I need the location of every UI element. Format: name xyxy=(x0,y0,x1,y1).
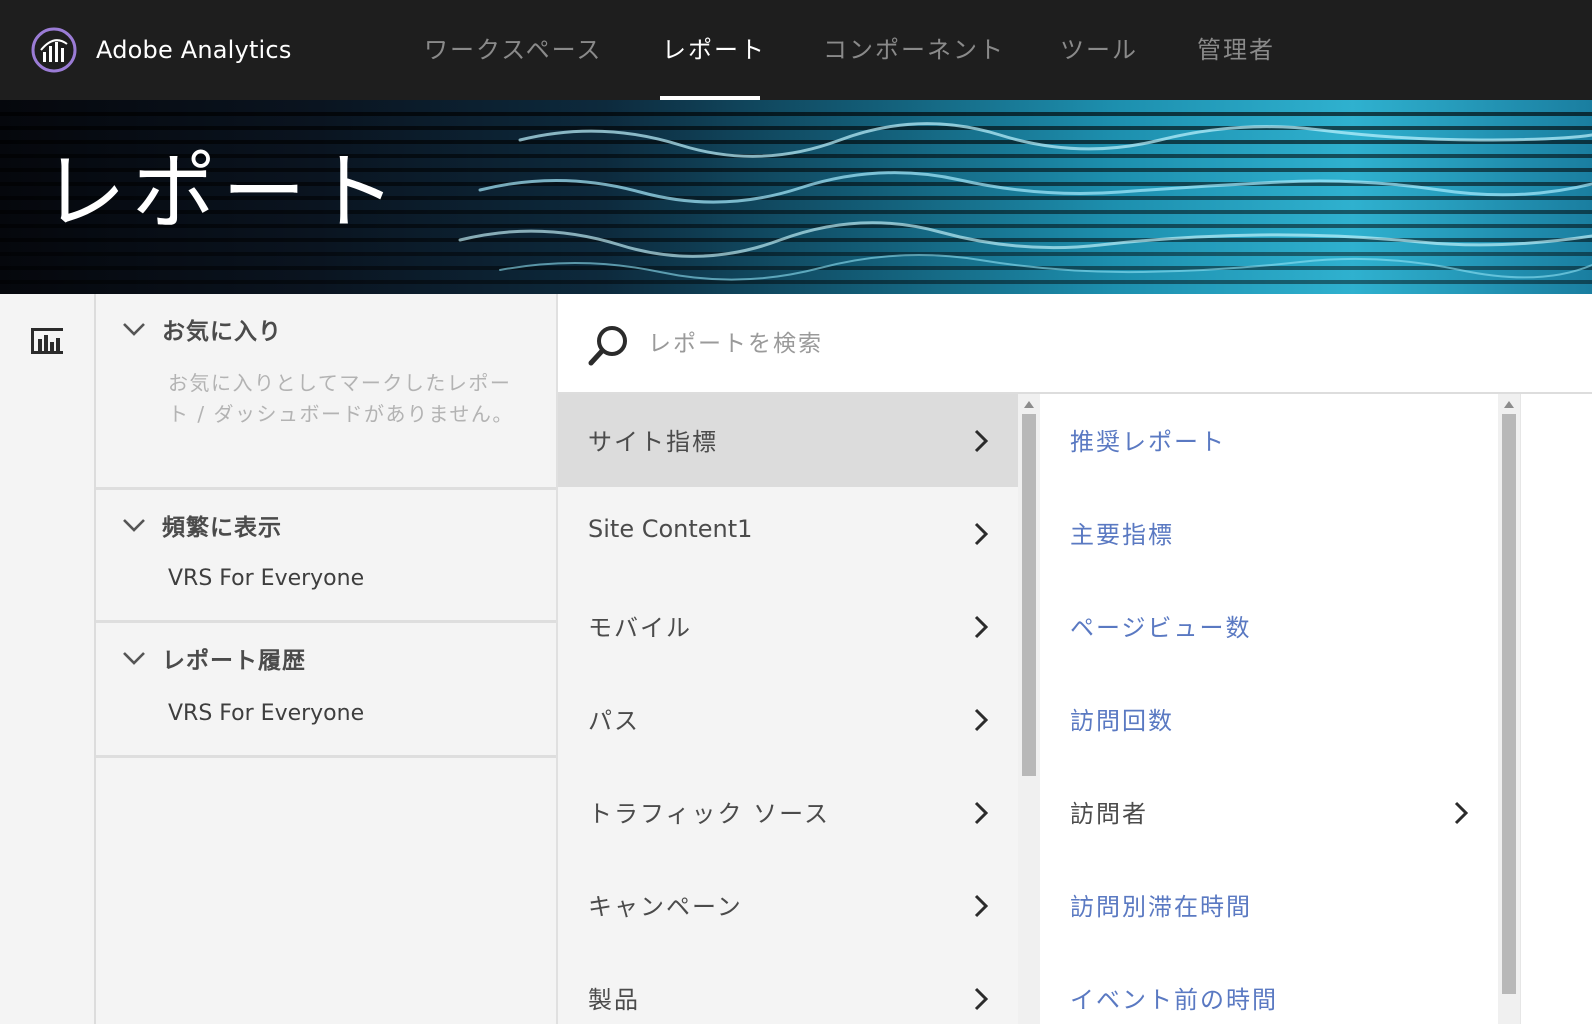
frequent-section: 頻繁に表示 VRS For Everyone xyxy=(96,490,556,623)
category-label: Site Content1 xyxy=(588,515,753,543)
category-list: サイト指標 Site Content1 モバイル パス トラフィック ソース キ… xyxy=(558,394,1018,1024)
empty-column xyxy=(1520,394,1592,1024)
scrollbar-thumb[interactable] xyxy=(1502,414,1516,994)
category-scrollbar[interactable] xyxy=(1018,394,1040,1024)
scroll-up-arrow-icon[interactable] xyxy=(1504,400,1514,408)
category-item-products[interactable]: 製品 xyxy=(558,952,1018,1024)
favorites-empty-message: お気に入りとしてマークしたレポート / ダッシュボードがありません。 xyxy=(168,371,514,426)
search-bar xyxy=(558,294,1592,394)
chevron-right-icon xyxy=(974,894,988,918)
category-label: パス xyxy=(588,707,640,735)
category-label: サイト指標 xyxy=(588,428,718,456)
report-item-time-spent-per-visit[interactable]: 訪問別滞在時間 xyxy=(1040,859,1498,952)
chevron-right-icon xyxy=(1454,801,1468,825)
search-icon xyxy=(588,326,627,366)
report-label: 訪問者 xyxy=(1070,800,1148,828)
nav-admin[interactable]: 管理者 xyxy=(1197,30,1275,70)
chevron-down-icon xyxy=(123,652,145,665)
category-item-campaigns[interactable]: キャンペーン xyxy=(558,859,1018,952)
history-header[interactable]: レポート履歴 xyxy=(122,641,306,675)
report-label: ページビュー数 xyxy=(1070,614,1252,642)
report-item-visitors[interactable]: 訪問者 xyxy=(1040,766,1498,859)
chevron-right-icon xyxy=(974,708,988,732)
report-label: 主要指標 xyxy=(1070,521,1174,549)
chevron-right-icon xyxy=(974,615,988,639)
frequent-title: 頻繁に表示 xyxy=(162,515,282,541)
report-item-visits[interactable]: 訪問回数 xyxy=(1040,673,1498,766)
frequent-header[interactable]: 頻繁に表示 xyxy=(122,508,282,542)
top-navigation-bar: Adobe Analytics ワークスペース レポート コンポーネント ツール… xyxy=(0,0,1592,100)
category-label: トラフィック ソース xyxy=(588,800,830,828)
chevron-down-icon xyxy=(123,323,145,336)
report-scrollbar[interactable] xyxy=(1498,394,1520,1024)
chevron-down-icon xyxy=(123,519,145,532)
report-label: 訪問別滞在時間 xyxy=(1070,893,1252,921)
nav-reports[interactable]: レポート xyxy=(662,30,766,70)
favorites-section: お気に入り お気に入りとしてマークしたレポート / ダッシュボードがありません。 xyxy=(96,294,556,490)
nav-tools[interactable]: ツール xyxy=(1060,30,1138,70)
report-item-time-prior-to-event[interactable]: イベント前の時間 xyxy=(1040,952,1498,1024)
left-rail xyxy=(0,294,96,1024)
app-name: Adobe Analytics xyxy=(96,36,292,64)
category-label: 製品 xyxy=(588,986,640,1014)
category-item-paths[interactable]: パス xyxy=(558,673,1018,766)
left-panel: お気に入り お気に入りとしてマークしたレポート / ダッシュボードがありません。… xyxy=(96,294,558,1024)
category-item-site-content[interactable]: Site Content1 xyxy=(558,487,1018,580)
category-item-traffic-sources[interactable]: トラフィック ソース xyxy=(558,766,1018,859)
brand[interactable]: Adobe Analytics xyxy=(30,24,292,76)
frequent-item[interactable]: VRS For Everyone xyxy=(168,566,364,591)
nav-workspace[interactable]: ワークスペース xyxy=(424,30,602,70)
scroll-up-arrow-icon[interactable] xyxy=(1024,400,1034,408)
report-label: 訪問回数 xyxy=(1070,707,1174,735)
history-title: レポート履歴 xyxy=(162,648,306,674)
chevron-right-icon xyxy=(974,429,988,453)
scrollbar-thumb[interactable] xyxy=(1022,414,1036,776)
chevron-right-icon xyxy=(974,801,988,825)
page-title: レポート xyxy=(42,143,403,241)
history-item[interactable]: VRS For Everyone xyxy=(168,701,364,726)
report-item-recommended[interactable]: 推奨レポート xyxy=(1040,394,1498,487)
search-input[interactable] xyxy=(648,322,1348,366)
nav-components[interactable]: コンポーネント xyxy=(823,30,1005,70)
analytics-logo-icon xyxy=(31,27,77,73)
report-list: 推奨レポート 主要指標 ページビュー数 訪問回数 訪問者 訪問別滞在時間 イベン… xyxy=(1040,394,1498,1024)
category-item-site-metrics[interactable]: サイト指標 xyxy=(558,394,1018,487)
report-item-page-views[interactable]: ページビュー数 xyxy=(1040,580,1498,673)
category-item-mobile[interactable]: モバイル xyxy=(558,580,1018,673)
category-label: モバイル xyxy=(588,614,692,642)
bar-chart-icon[interactable] xyxy=(30,324,64,356)
favorites-title: お気に入り xyxy=(162,319,282,345)
chevron-right-icon xyxy=(974,987,988,1011)
report-label: 推奨レポート xyxy=(1070,428,1226,456)
history-section: レポート履歴 VRS For Everyone xyxy=(96,623,556,758)
report-item-key-metrics[interactable]: 主要指標 xyxy=(1040,487,1498,580)
favorites-header[interactable]: お気に入り xyxy=(122,312,282,346)
report-label: イベント前の時間 xyxy=(1070,986,1278,1014)
page-banner: レポート xyxy=(0,100,1592,294)
category-label: キャンペーン xyxy=(588,893,743,921)
chevron-right-icon xyxy=(974,522,988,546)
